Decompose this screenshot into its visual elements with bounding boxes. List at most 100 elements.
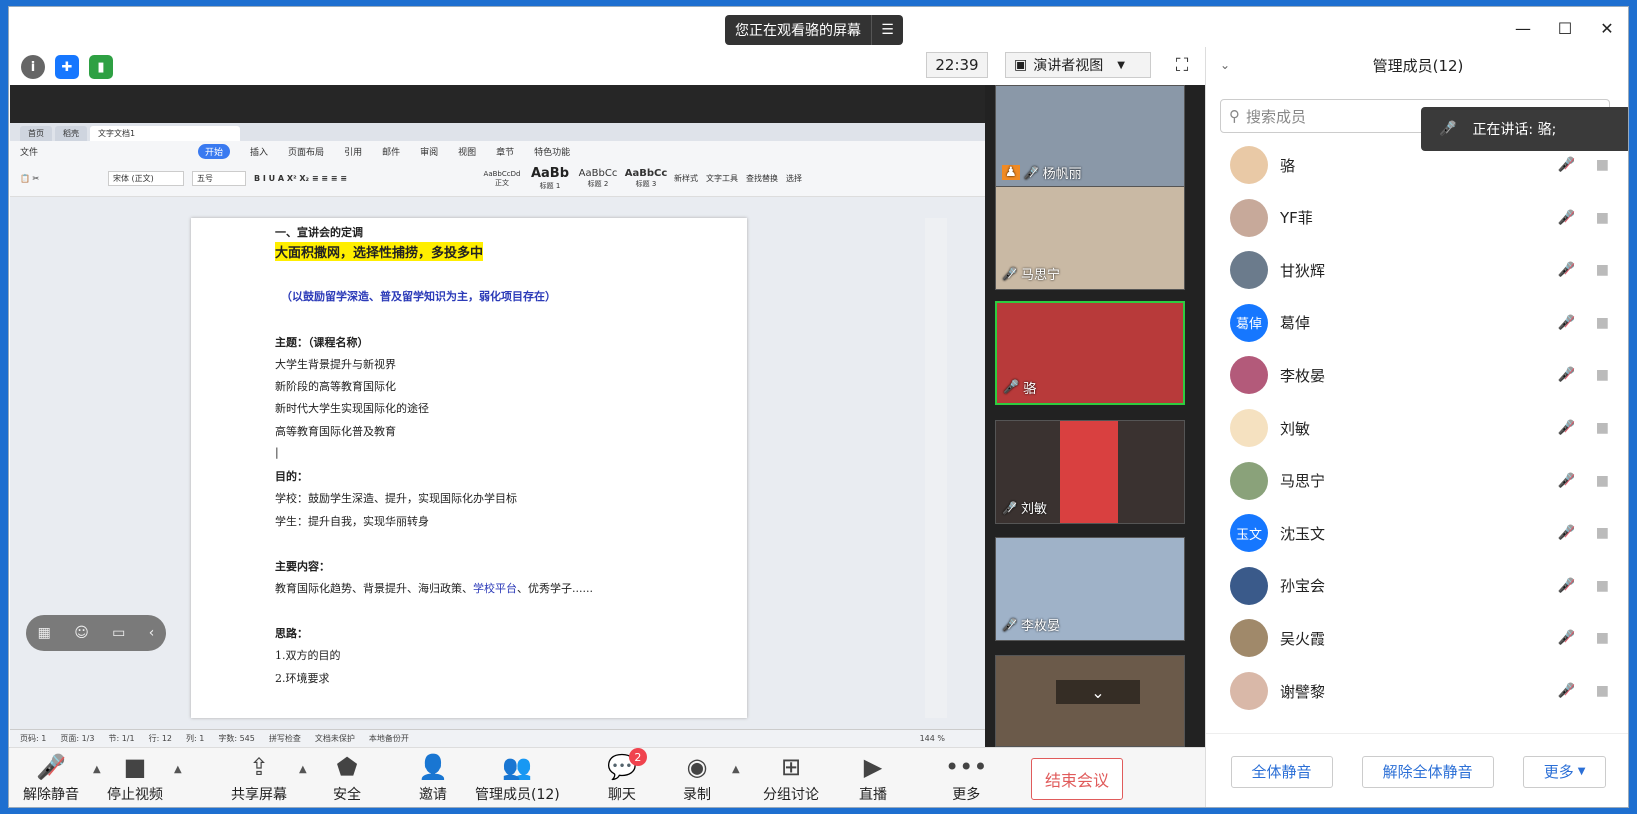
find-replace-button[interactable]: 查找替换 <box>746 173 778 184</box>
member-row[interactable]: 李枚晏 🎤̸ ■ <box>1206 349 1628 401</box>
video-camera-icon[interactable]: ■ <box>1596 262 1609 278</box>
signal-icon[interactable]: ▮ <box>89 55 113 79</box>
chat-button[interactable]: 💬 2 聊天 <box>607 748 647 804</box>
member-row[interactable]: 玉文 沈玉文 🎤̸ ■ <box>1206 507 1628 559</box>
more-button[interactable]: 更多 ▼ <box>1522 755 1607 788</box>
wps-menu-features[interactable]: 特色功能 <box>534 145 570 158</box>
info-icon[interactable]: i <box>21 55 45 79</box>
record-button[interactable]: ◉ 录制 <box>683 752 711 804</box>
wps-menu-reference[interactable]: 引用 <box>344 145 362 158</box>
font-select[interactable]: 宋体 (正文) <box>108 171 184 186</box>
close-icon[interactable]: ✕ <box>1586 13 1628 43</box>
new-style-button[interactable]: 新样式 <box>674 173 698 184</box>
invite-button[interactable]: 👤 邀请 <box>418 752 448 804</box>
wps-menu-view[interactable]: 视图 <box>458 145 476 158</box>
live-button[interactable]: ▶ 直播 <box>859 752 887 804</box>
status-backup[interactable]: 本地备份开 <box>369 733 409 744</box>
video-camera-icon[interactable]: ■ <box>1596 315 1609 331</box>
wps-tab-document[interactable]: 文字文档1 <box>90 126 240 141</box>
member-row[interactable]: 马思宁 🎤̸ ■ <box>1206 455 1628 507</box>
audio-options-caret[interactable]: ▲ <box>93 764 101 775</box>
mic-off-icon[interactable]: 🎤̸ <box>1558 420 1575 436</box>
mic-off-icon[interactable]: 🎤̸ <box>1558 630 1575 646</box>
select-button[interactable]: 选择 <box>786 173 802 184</box>
end-meeting-button[interactable]: 结束会议 <box>1031 758 1123 800</box>
mic-off-icon[interactable]: 🎤̸ <box>1558 262 1575 278</box>
screen-share-banner[interactable]: 您正在观看骆的屏幕 ☰ <box>725 15 903 45</box>
wps-menu-mail[interactable]: 邮件 <box>382 145 400 158</box>
video-tile[interactable]: 🎤̸ 马思宁 <box>995 186 1185 290</box>
video-camera-icon[interactable]: ■ <box>1596 473 1609 489</box>
security-button[interactable]: ⬟ 安全 <box>333 752 361 804</box>
unmute-button[interactable]: 🎤̸ 解除静音 <box>23 752 79 804</box>
video-camera-icon[interactable]: ■ <box>1596 157 1609 173</box>
video-camera-icon[interactable]: ■ <box>1596 525 1609 541</box>
status-spellcheck[interactable]: 拼写检查 <box>269 733 301 744</box>
shield-icon[interactable]: ✚ <box>55 55 79 79</box>
mic-off-icon[interactable]: 🎤̸ <box>1558 473 1575 489</box>
member-row[interactable]: 谢譬黎 🎤̸ ■ <box>1206 665 1628 717</box>
fullscreen-icon[interactable]: ⛶ <box>1169 52 1195 78</box>
video-camera-icon[interactable]: ■ <box>1596 578 1609 594</box>
video-camera-icon[interactable]: ■ <box>1596 367 1609 383</box>
scroll-down-icon[interactable]: ⌄ <box>1056 680 1140 704</box>
unmute-all-button[interactable]: 解除全体静音 <box>1361 755 1494 788</box>
record-options-caret[interactable]: ▲ <box>732 764 740 775</box>
view-mode-dropdown[interactable]: ▣ 演讲者视图 ▼ <box>1005 52 1151 78</box>
style-normal[interactable]: AaBbCcDd 正文 <box>482 170 522 188</box>
wps-menu-chapter[interactable]: 章节 <box>496 145 514 158</box>
wps-menu-start[interactable]: 开始 <box>198 143 231 159</box>
wps-menu-insert[interactable]: 插入 <box>250 145 268 158</box>
style-h1[interactable]: AaBb 标题 1 <box>530 166 570 191</box>
mic-off-icon[interactable]: 🎤̸ <box>1558 210 1575 226</box>
style-h2[interactable]: AaBbCc 标题 2 <box>578 168 618 189</box>
stop-video-button[interactable]: ■ 停止视频 <box>107 752 163 804</box>
member-row[interactable]: 葛倬 葛倬 🎤̸ ■ <box>1206 297 1628 349</box>
wps-tab-home[interactable]: 首页 <box>20 126 52 141</box>
maximize-icon[interactable]: ☐ <box>1544 13 1586 43</box>
chevron-down-icon[interactable]: ⌄ <box>1220 58 1230 72</box>
video-tile[interactable]: 🎤̸ 刘敏 <box>995 420 1185 524</box>
video-camera-icon[interactable]: ■ <box>1596 683 1609 699</box>
breakout-button[interactable]: ⊞ 分组讨论 <box>763 752 819 804</box>
document-page[interactable]: 一、宣讲会的定调 大面积撒网，选择性捕捞，多投多中 （以鼓励留学深造、普及留学知… <box>191 218 747 718</box>
member-row[interactable]: YF菲 🎤̸ ■ <box>1206 192 1628 244</box>
video-tile[interactable]: ♟ 🎤̸ 杨帆丽 <box>995 85 1185 189</box>
video-tile[interactable]: 🎤̸ 李枚晏 <box>995 537 1185 641</box>
video-camera-icon[interactable]: ■ <box>1596 210 1609 226</box>
mic-off-icon[interactable]: 🎤̸ <box>1558 578 1575 594</box>
more-options-button[interactable]: ••• 更多 <box>945 752 987 804</box>
status-protect[interactable]: 文档未保护 <box>315 733 355 744</box>
wps-tab-docer[interactable]: 稻壳 <box>55 126 87 141</box>
wps-menu-review[interactable]: 审阅 <box>420 145 438 158</box>
share-options-caret[interactable]: ▲ <box>299 764 307 775</box>
zoom-level[interactable]: 144 % <box>920 734 945 743</box>
style-h3[interactable]: AaBbCc 标题 3 <box>625 168 668 189</box>
mic-off-icon[interactable]: 🎤̸ <box>1558 683 1575 699</box>
wps-menu-layout[interactable]: 页面布局 <box>288 145 324 158</box>
mute-all-button[interactable]: 全体静音 <box>1230 755 1333 788</box>
collapse-icon[interactable]: ‹ <box>149 625 155 641</box>
mic-off-icon[interactable]: 🎤̸ <box>1558 525 1575 541</box>
member-row[interactable]: 刘敏 🎤̸ ■ <box>1206 402 1628 454</box>
share-screen-button[interactable]: ⇪ 共享屏幕 <box>231 752 287 804</box>
chat-bubble-icon[interactable]: ▭ <box>112 625 125 641</box>
video-camera-icon[interactable]: ■ <box>1596 630 1609 646</box>
emoji-icon[interactable]: ☺ <box>74 625 89 641</box>
member-row[interactable]: 孙宝会 🎤̸ ■ <box>1206 560 1628 612</box>
member-row[interactable]: 吴火霞 🎤̸ ■ <box>1206 612 1628 664</box>
video-options-caret[interactable]: ▲ <box>174 764 182 775</box>
banner-menu-icon[interactable]: ☰ <box>871 15 903 45</box>
member-row[interactable]: 甘狄辉 🎤̸ ■ <box>1206 244 1628 296</box>
mic-off-icon[interactable]: 🎤̸ <box>1558 315 1575 331</box>
font-size-select[interactable]: 五号 <box>192 171 246 186</box>
minimize-icon[interactable]: — <box>1502 13 1544 43</box>
apps-icon[interactable]: ▦ <box>38 625 51 641</box>
video-tile[interactable]: ⌄ <box>995 655 1185 747</box>
text-tools-button[interactable]: 文字工具 <box>706 173 738 184</box>
video-tile-active-speaker[interactable]: 🎤 骆 <box>995 301 1185 405</box>
manage-members-button[interactable]: 👥 管理成员(12) <box>475 752 560 804</box>
wps-menu-file[interactable]: 文件 <box>20 145 38 158</box>
mic-off-icon[interactable]: 🎤̸ <box>1558 367 1575 383</box>
mic-off-icon[interactable]: 🎤̸ <box>1558 157 1575 173</box>
